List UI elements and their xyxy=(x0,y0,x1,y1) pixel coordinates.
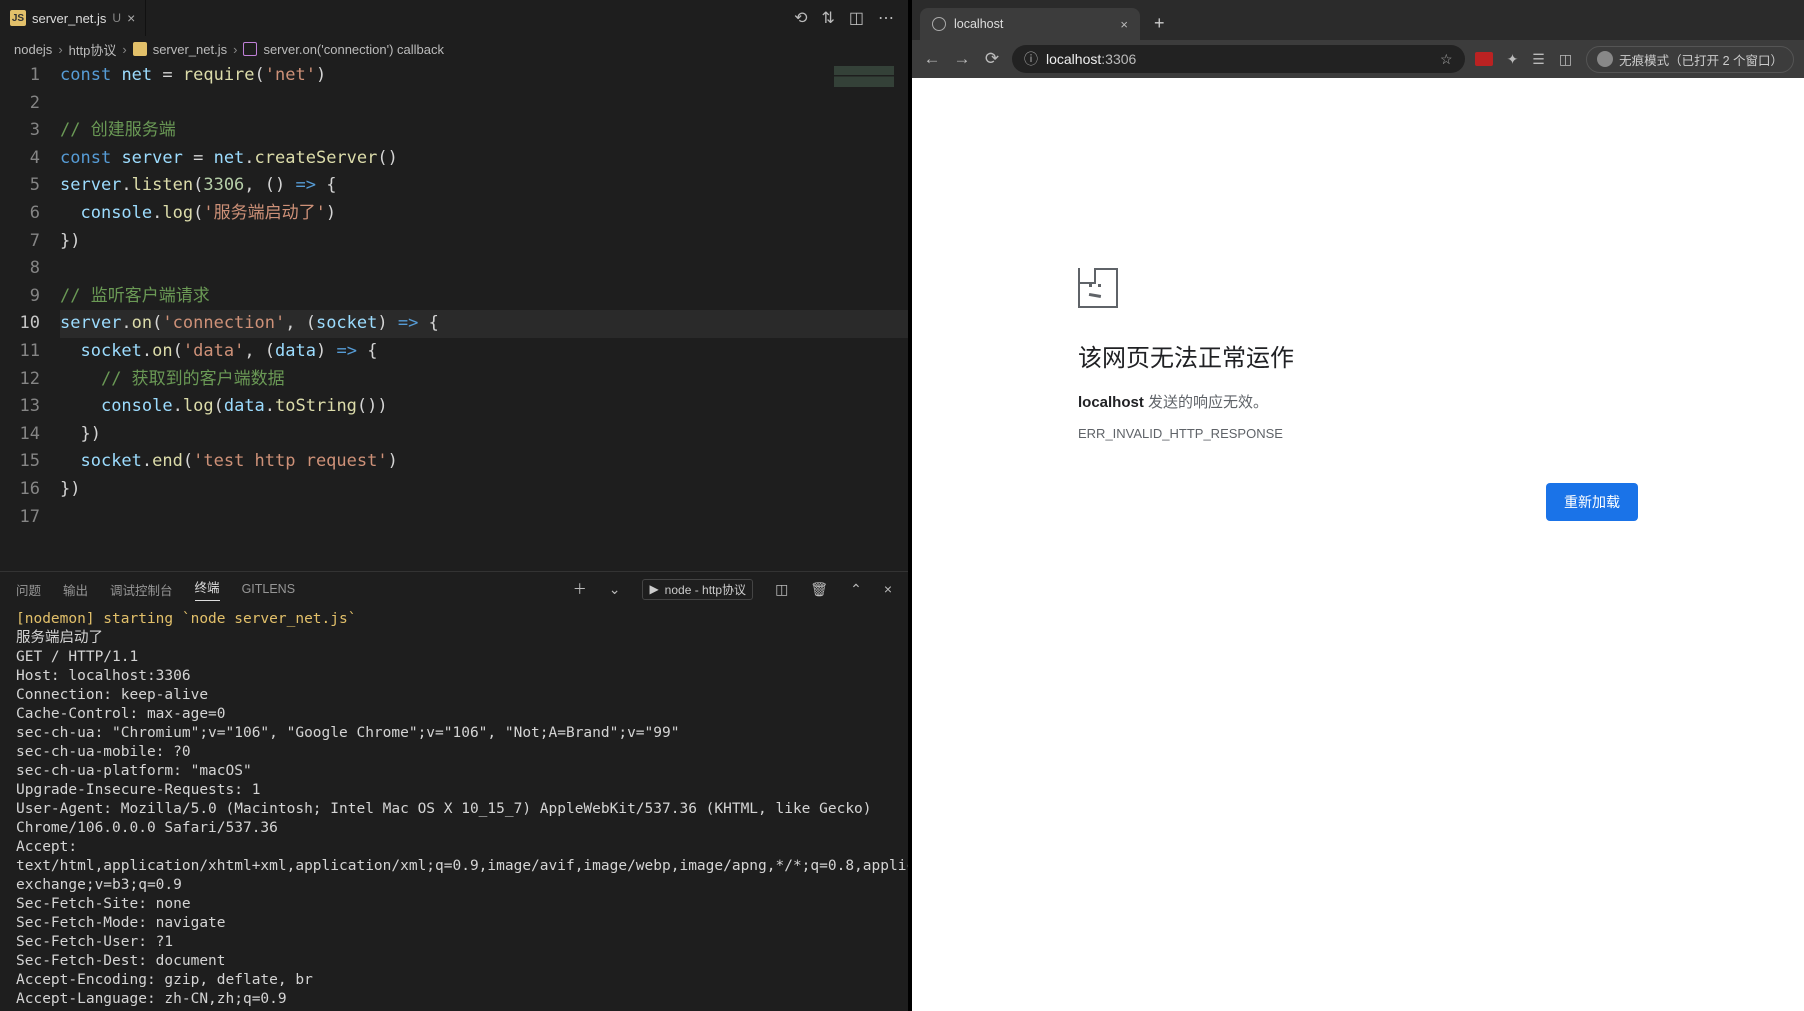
crumb-symbol[interactable]: server.on('connection') callback xyxy=(263,42,444,57)
site-info-icon[interactable]: ⓘ xyxy=(1024,49,1038,69)
editor-actions: ⟲ ⇅ ◫ ⋯ xyxy=(794,8,908,28)
reload-button[interactable]: 重新加载 xyxy=(1546,483,1638,521)
sad-page-icon xyxy=(1078,268,1118,308)
close-panel-icon[interactable]: × xyxy=(884,581,892,597)
incognito-label: 无痕模式（已打开 2 个窗口） xyxy=(1619,50,1783,69)
crumb-file[interactable]: server_net.js xyxy=(153,42,227,57)
incognito-badge[interactable]: 无痕模式（已打开 2 个窗口） xyxy=(1586,46,1794,73)
crumb-folder[interactable]: nodejs xyxy=(14,42,52,57)
globe-icon xyxy=(932,17,946,31)
error-code: ERR_INVALID_HTTP_RESPONSE xyxy=(1078,426,1638,441)
close-tab-icon[interactable]: × xyxy=(1120,17,1128,32)
terminal-output[interactable]: [nodemon] starting `node server_net.js` … xyxy=(0,606,908,1011)
js-file-icon xyxy=(133,42,147,56)
vscode-window: JS server_net.js U × ⟲ ⇅ ◫ ⋯ nodejs › ht… xyxy=(0,0,908,1011)
tab-dirty-indicator: U xyxy=(112,11,121,25)
panel-tab-problems[interactable]: 问题 xyxy=(16,580,41,599)
symbol-method-icon xyxy=(243,42,257,56)
panel-tabs: 问题 输出 调试控制台 终端 GITLENS ＋ ⌄ ▶ node - http… xyxy=(0,572,908,606)
browser-tab-title: localhost xyxy=(954,17,1112,31)
kill-terminal-icon[interactable]: 🗑 xyxy=(810,581,828,598)
tab-close-icon[interactable]: × xyxy=(127,10,135,26)
chevron-right-icon: › xyxy=(58,42,62,57)
reload-button[interactable]: ⟳ xyxy=(982,49,1002,69)
js-file-icon: JS xyxy=(10,10,26,26)
back-button[interactable]: ← xyxy=(922,49,942,69)
browser-tab[interactable]: localhost × xyxy=(920,8,1140,40)
chevron-right-icon: › xyxy=(233,42,237,57)
forward-button[interactable]: → xyxy=(952,49,972,69)
error-title: 该网页无法正常运作 xyxy=(1078,338,1638,373)
compare-changes-icon[interactable]: ⇅ xyxy=(821,8,834,28)
split-editor-icon[interactable]: ◫ xyxy=(849,8,864,28)
error-description: localhost 发送的响应无效。 xyxy=(1078,391,1638,412)
new-tab-button[interactable]: + xyxy=(1146,13,1173,40)
address-host: localhost xyxy=(1046,51,1101,67)
line-number-gutter: 1234567891011121314151617 xyxy=(0,62,60,571)
incognito-icon xyxy=(1597,51,1613,67)
breadcrumb[interactable]: nodejs › http协议 › server_net.js › server… xyxy=(0,36,908,62)
address-rest: :3306 xyxy=(1101,51,1136,67)
error-host: localhost xyxy=(1078,394,1144,411)
browser-window: localhost × + ← → ⟳ ⓘ localhost:3306 ☆ ✦… xyxy=(912,0,1804,1011)
split-terminal-icon[interactable]: ◫ xyxy=(775,581,788,598)
chevron-right-icon: › xyxy=(122,42,126,57)
history-icon[interactable]: ⟲ xyxy=(794,8,807,28)
crumb-folder[interactable]: http协议 xyxy=(69,40,117,59)
tab-filename: server_net.js xyxy=(32,11,106,26)
side-panel-icon[interactable]: ◫ xyxy=(1559,51,1572,68)
browser-tabstrip: localhost × + xyxy=(912,0,1804,40)
browser-toolbar: ← → ⟳ ⓘ localhost:3306 ☆ ✦ ☰ ◫ 无痕模式（已打开 … xyxy=(912,40,1804,78)
bookmark-star-icon[interactable]: ☆ xyxy=(1440,51,1453,68)
extension-icon[interactable] xyxy=(1475,52,1493,66)
terminal-dropdown-icon[interactable]: ⌄ xyxy=(609,581,621,598)
panel-tab-terminal[interactable]: 终端 xyxy=(195,577,220,601)
chevron-up-icon[interactable]: ⌃ xyxy=(850,581,862,598)
code-editor[interactable]: 1234567891011121314151617 const net = re… xyxy=(0,62,908,571)
code-content[interactable]: const net = require('net') // 创建服务端const… xyxy=(60,62,908,571)
extensions-puzzle-icon[interactable]: ✦ xyxy=(1507,51,1519,68)
browser-viewport: 该网页无法正常运作 localhost 发送的响应无效。 ERR_INVALID… xyxy=(912,78,1804,1011)
terminal-selector[interactable]: ▶ node - http协议 xyxy=(642,579,753,600)
minimap[interactable] xyxy=(834,66,894,96)
play-icon: ▶ xyxy=(649,582,658,596)
panel-tab-debug[interactable]: 调试控制台 xyxy=(110,580,173,599)
new-terminal-icon[interactable]: ＋ xyxy=(573,579,587,599)
address-bar[interactable]: ⓘ localhost:3306 ☆ xyxy=(1012,45,1465,73)
terminal-name: node - http协议 xyxy=(665,581,746,598)
error-page: 该网页无法正常运作 localhost 发送的响应无效。 ERR_INVALID… xyxy=(1078,268,1638,521)
editor-tab[interactable]: JS server_net.js U × xyxy=(0,0,146,36)
reading-list-icon[interactable]: ☰ xyxy=(1532,51,1545,68)
bottom-panel: 问题 输出 调试控制台 终端 GITLENS ＋ ⌄ ▶ node - http… xyxy=(0,571,908,1011)
more-actions-icon[interactable]: ⋯ xyxy=(878,8,894,28)
panel-tab-output[interactable]: 输出 xyxy=(63,580,88,599)
editor-tabbar: JS server_net.js U × ⟲ ⇅ ◫ ⋯ xyxy=(0,0,908,36)
panel-tab-gitlens[interactable]: GITLENS xyxy=(242,582,296,596)
